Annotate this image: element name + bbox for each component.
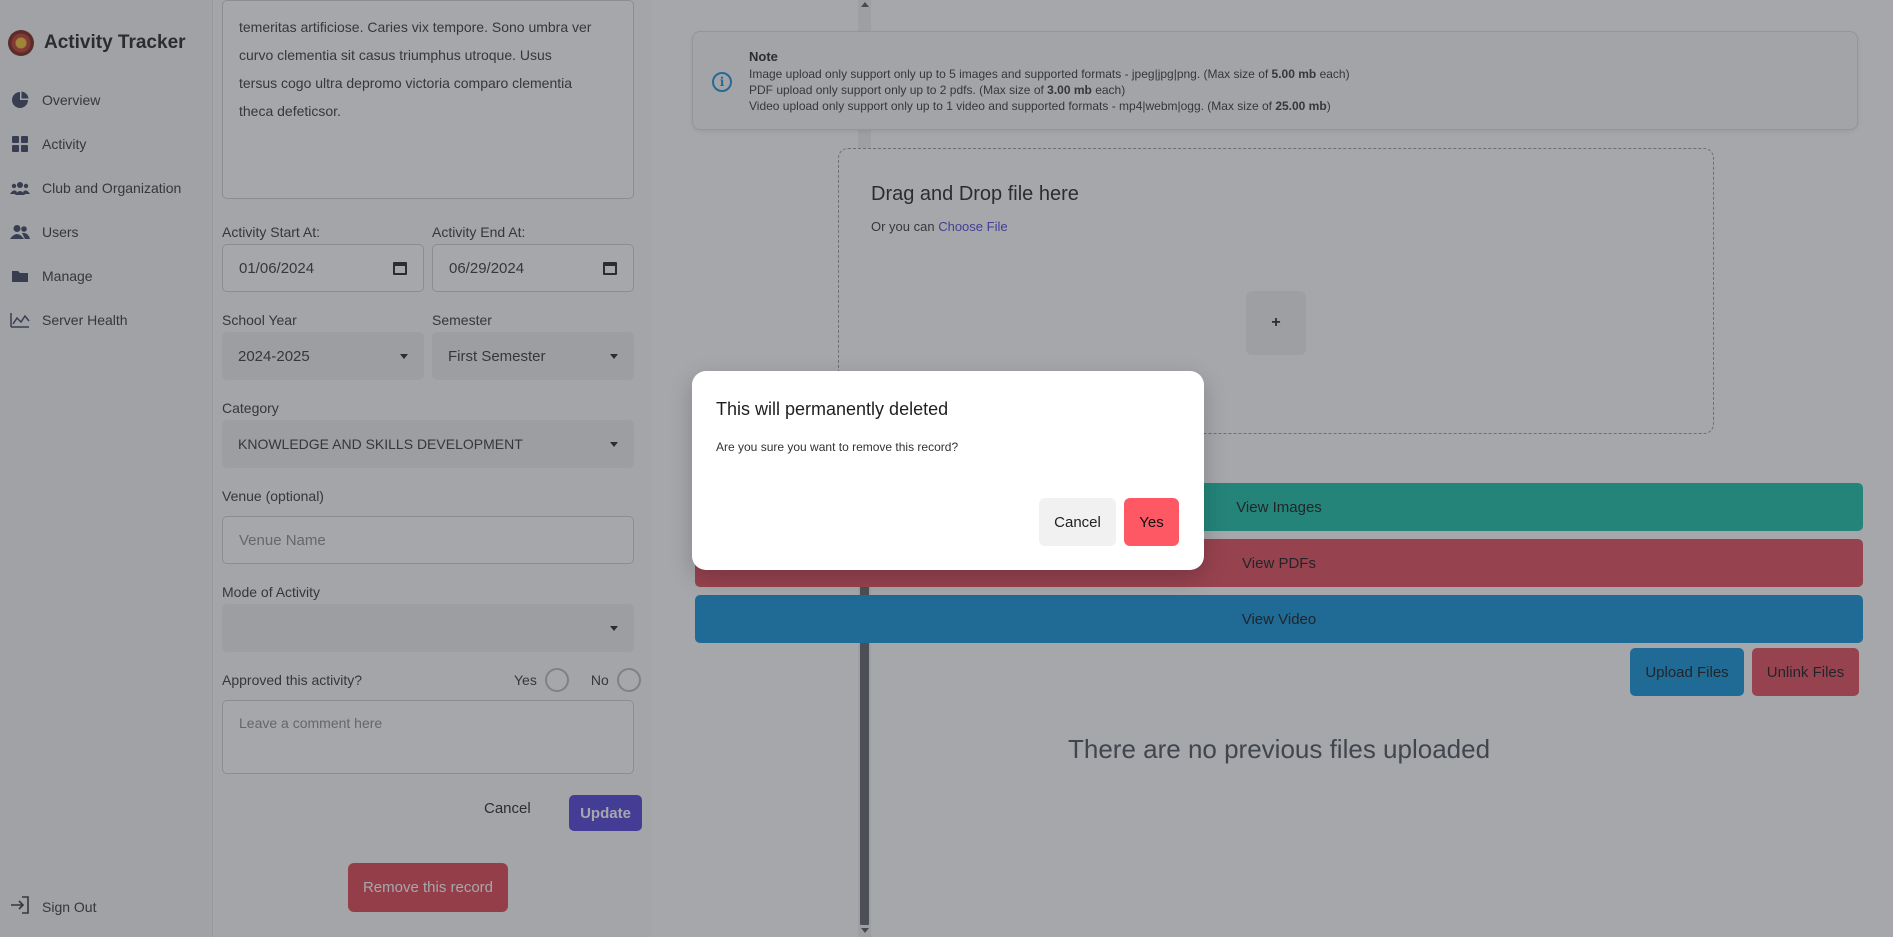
modal-yes-button[interactable]: Yes: [1124, 498, 1179, 546]
modal-cancel-button[interactable]: Cancel: [1039, 498, 1116, 546]
confirm-delete-modal: This will permanently deleted Are you su…: [692, 371, 1204, 570]
modal-title: This will permanently deleted: [716, 399, 949, 419]
modal-message: Are you sure you want to remove this rec…: [716, 440, 959, 454]
